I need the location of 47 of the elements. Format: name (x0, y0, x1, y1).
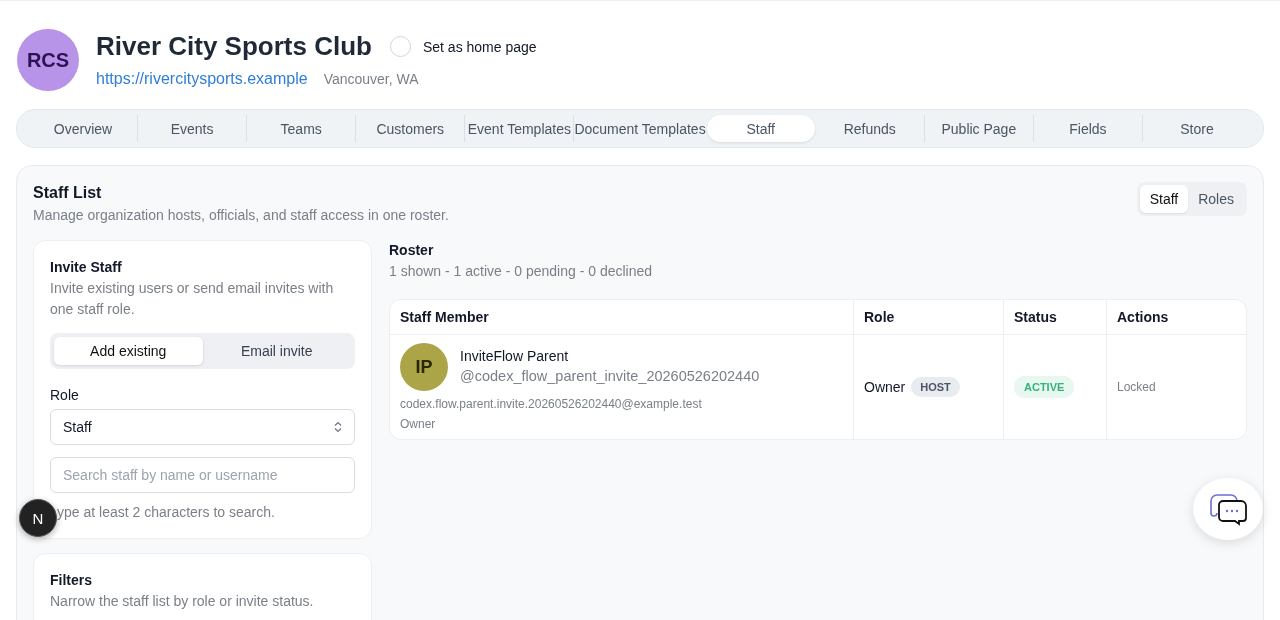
nav-tab[interactable]: Store (1142, 115, 1252, 142)
nav-tab[interactable]: Customers (356, 115, 465, 142)
search-hint: ype at least 2 characters to search. (56, 504, 276, 520)
mode-option[interactable]: Add existing (54, 337, 203, 365)
website-link[interactable]: https://rivercitysports.example (96, 70, 308, 88)
nav-tab[interactable]: Events (138, 115, 247, 142)
search-field[interactable]: Search staff by name or username (50, 457, 355, 493)
card-description: Invite existing users or send email invites with one staff role. (50, 279, 335, 319)
role-select[interactable]: Staff (50, 409, 355, 445)
column-header: Status (1003, 300, 1106, 334)
roster-title: Roster (389, 242, 435, 258)
field-label: Role (50, 387, 80, 403)
member-username: @codex_flow_parent_invite_20260526202440 (460, 368, 760, 384)
card-description: Narrow the staff list by role or invite status. (50, 592, 315, 611)
nav-tab[interactable]: Staff (706, 115, 815, 142)
role-text: Owner (864, 379, 906, 395)
member-avatar: IP (400, 343, 448, 391)
nav-tab[interactable]: Fields (1033, 115, 1142, 142)
card-title: Invite Staff (50, 259, 123, 275)
column-header: Staff Member (399, 308, 490, 327)
nav-tab[interactable]: Refunds (815, 115, 924, 142)
nav-tab[interactable]: Overview (29, 115, 138, 142)
column-header: Actions (1106, 300, 1246, 334)
panel-title: Staff List (33, 184, 103, 202)
organization-logo: RCS (17, 29, 79, 91)
member-email: codex.flow.parent.invite.20260526202440@example.test (400, 397, 703, 411)
column-header: Role (853, 300, 1003, 334)
member-role-note: Owner (400, 417, 437, 431)
nav-tab[interactable]: Teams (247, 115, 356, 142)
nav-tab[interactable]: Public Page (924, 115, 1033, 142)
roster-summary: 1 shown - 1 active - 0 pending - 0 declined (389, 263, 654, 279)
nav-tab[interactable]: Document Templates (574, 115, 706, 142)
nav-tab[interactable]: Event Templates (465, 115, 574, 142)
panel-subtitle: Manage organization hosts, officials, and staff access in one roster. (33, 207, 449, 223)
card-title: Filters (50, 572, 93, 588)
status-badge: ACTIVE (1014, 376, 1075, 398)
mode-option[interactable]: Email invite (202, 337, 351, 365)
view-toggle-option[interactable]: Roles (1188, 185, 1244, 213)
chat-bubbles-icon (1207, 491, 1249, 527)
role-tag: HOST (911, 377, 960, 397)
action-text: Locked (1117, 380, 1156, 394)
organization-name: River City Sports Club (96, 31, 372, 62)
home-page-label: Set as home page (422, 38, 537, 55)
member-name: InviteFlow Parent (460, 348, 570, 364)
location-text: Vancouver, WA (323, 71, 419, 87)
chevron-updown-icon (334, 421, 342, 433)
view-toggle-option[interactable]: Staff (1139, 185, 1189, 213)
